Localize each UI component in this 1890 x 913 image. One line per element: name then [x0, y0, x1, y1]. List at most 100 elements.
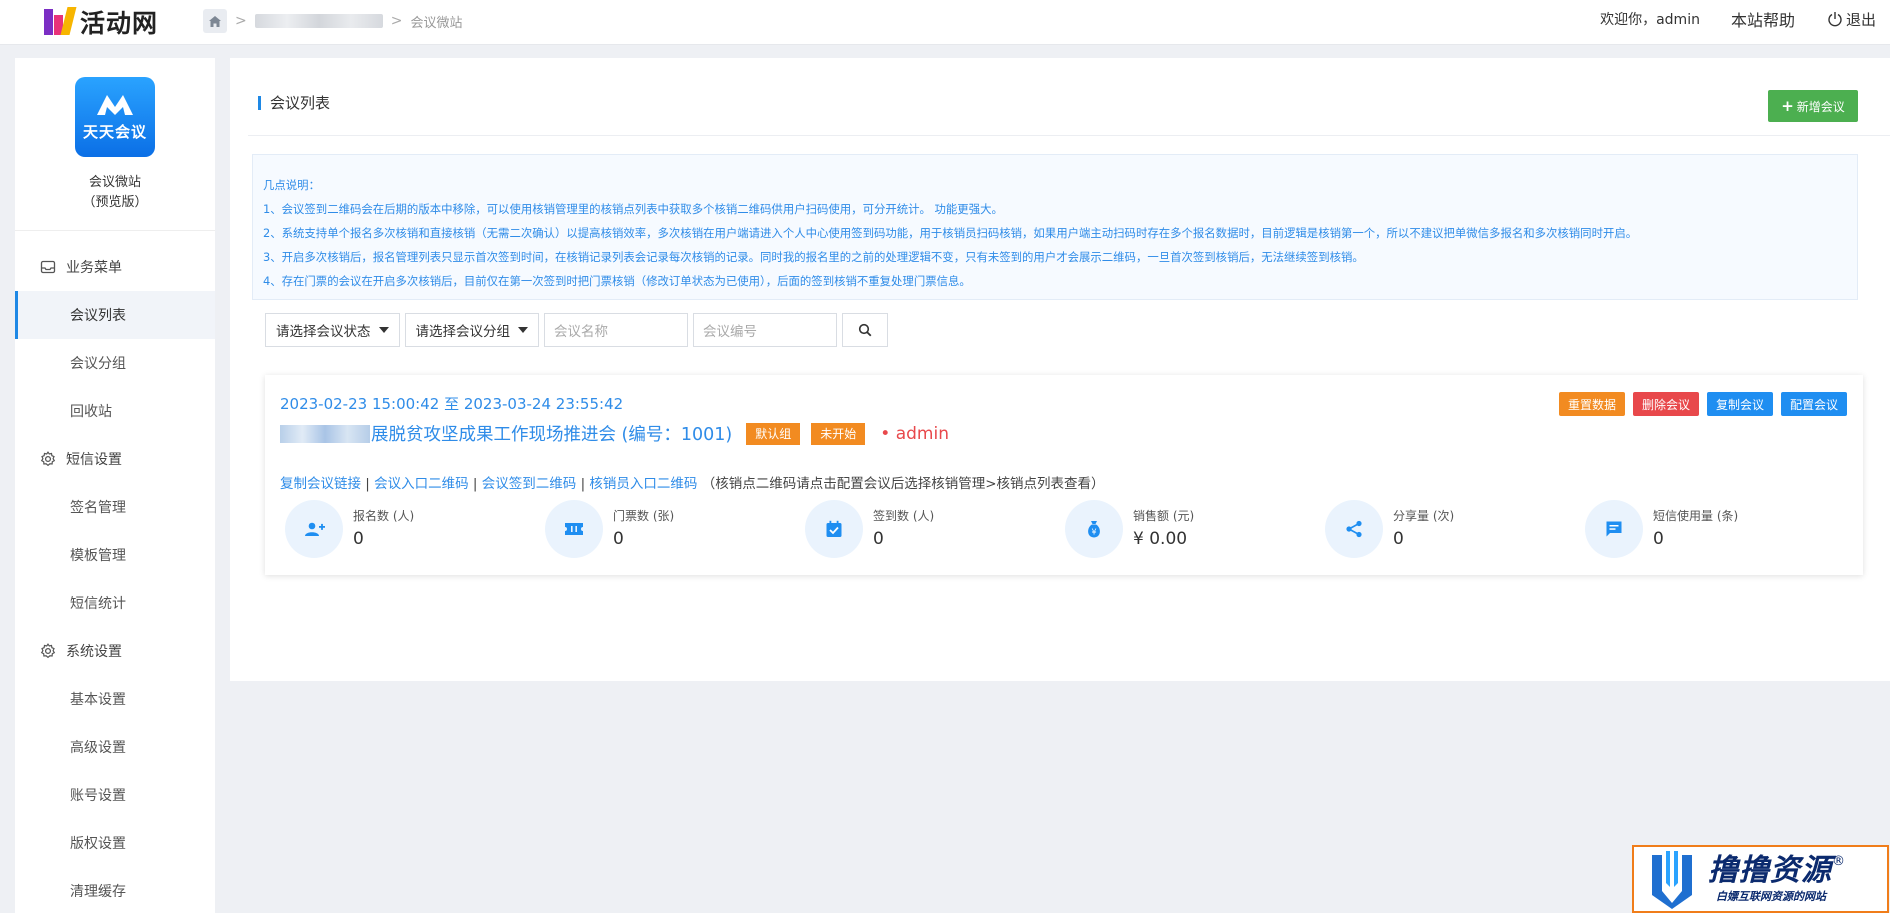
menu-group-sms[interactable]: 短信设置: [15, 435, 215, 483]
stat-value: 0: [873, 529, 884, 549]
copy-meeting-button[interactable]: 复制会议: [1706, 392, 1773, 416]
inbox-icon: [40, 260, 56, 274]
menu-group-system[interactable]: 系统设置: [15, 627, 215, 675]
sidebar-item-advanced-settings[interactable]: 高级设置: [15, 723, 215, 771]
staff-qr-link[interactable]: 核销员入口二维码: [589, 476, 697, 492]
sidebar-item-sms-stats[interactable]: 短信统计: [15, 579, 215, 627]
home-icon[interactable]: [203, 9, 227, 33]
breadcrumb-current: 会议微站: [410, 15, 463, 31]
breadcrumb: > > 会议微站: [203, 9, 462, 33]
sidebar-item-clear-cache[interactable]: 清理缓存: [15, 867, 215, 913]
logo-mark-icon: [44, 7, 77, 37]
group-select[interactable]: 请选择会议分组: [404, 313, 539, 347]
meeting-title-blurred: [280, 424, 370, 443]
stat-sales: ¥ 销售额 (元) ¥ 0.00: [1065, 500, 1325, 558]
meeting-owner: • admin: [880, 423, 949, 444]
stat-value: ¥ 0.00: [1133, 529, 1188, 549]
help-link[interactable]: 本站帮助: [1731, 7, 1795, 31]
sidebar-item-templates[interactable]: 模板管理: [15, 531, 215, 579]
delete-meeting-button[interactable]: 删除会议: [1632, 392, 1699, 416]
meeting-card: 2023-02-23 15:00:42 至 2023-03-24 23:55:4…: [265, 375, 1863, 575]
notice-heading: 几点说明：: [263, 178, 320, 192]
notice-line: 1、会议签到二维码会在后期的版本中移除，可以使用核销管理里的核销点列表中获取多个…: [263, 202, 1003, 216]
caret-down-icon: [518, 327, 528, 333]
stat-tickets: 门票数 (张) 0: [545, 500, 805, 558]
reset-data-button[interactable]: 重置数据: [1558, 392, 1625, 416]
welcome-text: 欢迎你，admin: [1600, 12, 1700, 28]
meeting-date-range: 2023-02-23 15:00:42 至 2023-03-24 23:55:4…: [280, 395, 624, 413]
meeting-actions: 重置数据 删除会议 复制会议 配置会议: [1551, 392, 1847, 416]
page-title: 会议列表: [258, 92, 330, 113]
stat-signups: 报名数 (人) 0: [285, 500, 545, 558]
watermark-reg: ®: [1832, 854, 1845, 869]
menu-group-business[interactable]: 业务菜单: [15, 243, 215, 291]
meeting-code-input[interactable]: 会议编号: [693, 313, 837, 347]
status-badge: 未开始: [811, 422, 866, 445]
stat-shares: 分享量 (次) 0: [1325, 500, 1585, 558]
stat-label: 报名数 (人): [353, 509, 415, 523]
menu-group-label: 业务菜单: [66, 260, 122, 276]
stat-value: 0: [1393, 529, 1404, 549]
stat-label: 签到数 (人): [873, 509, 935, 523]
breadcrumb-blurred-item[interactable]: [254, 14, 383, 28]
site-title-name: 会议微站: [88, 175, 141, 190]
calendar-check-icon: [805, 500, 863, 558]
sidebar-divider: [15, 230, 215, 231]
stat-sms-usage: 短信使用量 (条) 0: [1585, 500, 1845, 558]
status-select[interactable]: 请选择会议状态: [265, 313, 400, 347]
checkin-qr-link[interactable]: 会议签到二维码: [482, 476, 577, 492]
plus-icon: +: [1781, 97, 1794, 115]
logout-label: 退出: [1845, 10, 1876, 29]
app-logo-icon: [97, 94, 133, 115]
top-right-nav: 欢迎你，admin 本站帮助 退出: [1600, 0, 1876, 38]
gear-icon: [40, 451, 56, 467]
stat-label: 分享量 (次): [1393, 509, 1455, 523]
users-icon: [285, 500, 343, 558]
sidebar-item-account-settings[interactable]: 账号设置: [15, 771, 215, 819]
meeting-stats: 报名数 (人) 0 门票数 (张) 0 签到数 (人) 0 ¥ 销售额 (元) …: [285, 500, 1845, 558]
watermark-badge: 撸撸资源® 白嫖互联网资源的网站: [1632, 845, 1889, 913]
watermark-logo-icon: [1652, 851, 1692, 909]
page-title-text: 会议列表: [270, 94, 331, 112]
sidebar-item-meeting-list[interactable]: 会议列表: [15, 291, 215, 339]
notice-line: 2、系统支持单个报名多次核销和直接核销（无需二次确认）以提高核销效率，多次核销在…: [263, 226, 1638, 240]
stat-label: 短信使用量 (条): [1653, 509, 1739, 523]
sidebar-item-basic-settings[interactable]: 基本设置: [15, 675, 215, 723]
brand-logo[interactable]: 活动网: [44, 4, 158, 40]
meeting-title[interactable]: 展脱贫攻坚成果工作现场推进会 (编号：1001): [371, 421, 732, 446]
entry-qr-link[interactable]: 会议入口二维码: [374, 476, 469, 492]
panel-divider: [248, 135, 1890, 136]
meeting-name-input[interactable]: 会议名称: [544, 313, 688, 347]
watermark-subtitle: 白嫖互联网资源的网站: [1716, 890, 1826, 903]
ticket-icon: [545, 500, 603, 558]
search-icon: [858, 323, 872, 337]
logout-button[interactable]: 退出: [1827, 9, 1876, 30]
menu-group-label: 短信设置: [66, 452, 122, 468]
sidebar-item-recycle-bin[interactable]: 回收站: [15, 387, 215, 435]
search-button[interactable]: [842, 313, 888, 347]
add-meeting-label: 新增会议: [1796, 99, 1845, 114]
sidebar-item-copyright-settings[interactable]: 版权设置: [15, 819, 215, 867]
group-tag: 默认组: [746, 422, 801, 445]
sidebar-item-meeting-groups[interactable]: 会议分组: [15, 339, 215, 387]
share-icon: [1325, 500, 1383, 558]
sidebar-item-signatures[interactable]: 签名管理: [15, 483, 215, 531]
meeting-links: 复制会议链接 | 会议入口二维码 | 会议签到二维码 | 核销员入口二维码 （核…: [280, 476, 1105, 492]
filter-bar: 请选择会议状态 请选择会议分组 会议名称 会议编号: [265, 313, 888, 347]
main-panel: 会议列表 + 新增会议 几点说明： 1、会议签到二维码会在后期的版本中移除，可以…: [230, 58, 1890, 681]
app-icon: 天天会议: [75, 77, 155, 157]
stat-value: 0: [1653, 529, 1664, 549]
notice-line: 4、存在门票的会议在开启多次核销后，目前仅在第一次签到时把门票核销（修改订单状态…: [263, 274, 971, 288]
power-icon: [1828, 12, 1842, 27]
configure-meeting-button[interactable]: 配置会议: [1780, 392, 1847, 416]
links-hint: （核销点二维码请点击配置会议后选择核销管理>核销点列表查看）: [701, 476, 1105, 492]
add-meeting-button[interactable]: + 新增会议: [1768, 90, 1858, 122]
sidebar-menu: 业务菜单 会议列表 会议分组 回收站 短信设置 签名管理 模板管理 短信统计 系…: [15, 243, 215, 913]
gear-icon: [40, 643, 56, 659]
app-icon-text: 天天会议: [82, 122, 147, 141]
message-icon: [1585, 500, 1643, 558]
watermark-title: 撸撸资源: [1708, 853, 1832, 888]
copy-link-link[interactable]: 复制会议链接: [280, 476, 361, 492]
title-accent-bar: [258, 95, 261, 110]
site-title-subtitle: （预览版）: [82, 195, 148, 210]
